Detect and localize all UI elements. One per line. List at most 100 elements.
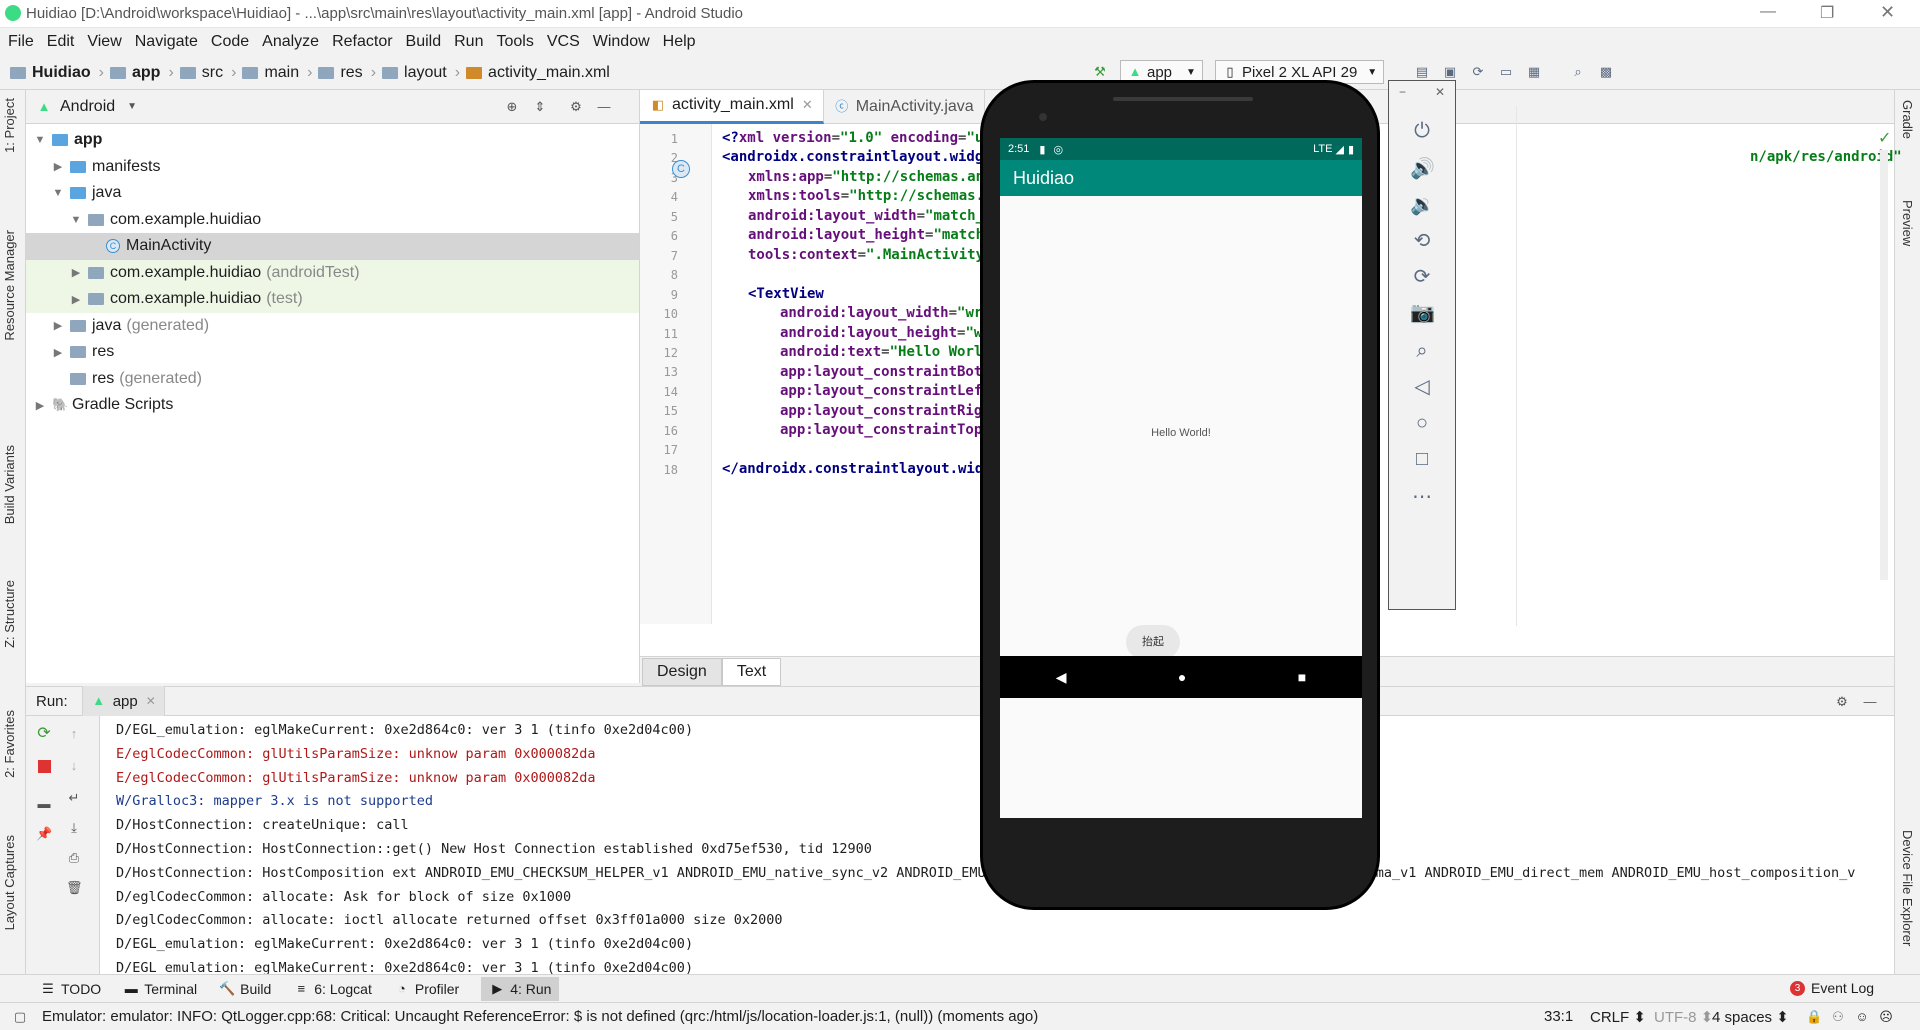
menu-code[interactable]: Code	[211, 33, 249, 51]
down-arrow-icon[interactable]: ↓	[66, 758, 82, 774]
back-icon[interactable]: ◀	[1056, 669, 1067, 686]
hide-icon[interactable]: —	[596, 99, 612, 115]
menu-window[interactable]: Window	[593, 33, 650, 51]
tab-main-activity[interactable]: ⓒ MainActivity.java	[824, 89, 985, 124]
sync-icon[interactable]: ⟳	[1470, 64, 1486, 80]
soft-wrap-icon[interactable]: ↵	[66, 790, 82, 806]
gear-icon[interactable]: ⚙	[568, 99, 584, 115]
recents-icon[interactable]: ■	[1298, 669, 1306, 685]
menu-analyze[interactable]: Analyze	[262, 33, 319, 51]
file-encoding[interactable]: UTF-8 ⬍	[1654, 1008, 1713, 1026]
tab-activity-main[interactable]: ◧ activity_main.xml ✕	[640, 89, 824, 124]
rotate-left-icon[interactable]: ⟲	[1410, 229, 1434, 253]
more-icon[interactable]: ⋯	[1410, 485, 1434, 509]
menu-tools[interactable]: Tools	[496, 33, 533, 51]
menu-edit[interactable]: Edit	[47, 33, 75, 51]
breadcrumb-item[interactable]: › src	[168, 64, 223, 82]
volume-up-icon[interactable]: 🔊	[1410, 157, 1435, 181]
chevron-right-icon[interactable]: ▶	[50, 319, 66, 332]
breadcrumb-item[interactable]: › main	[231, 64, 299, 82]
rerun-icon[interactable]: ⟳	[36, 726, 52, 742]
tree-item[interactable]: ▼ java	[26, 180, 639, 207]
cursor-position[interactable]: 33:1	[1544, 1008, 1573, 1025]
breadcrumb-item[interactable]: › activity_main.xml	[455, 64, 610, 82]
tab-resource-manager[interactable]: Resource Manager	[2, 230, 17, 341]
line-separator[interactable]: CRLF ⬍	[1590, 1008, 1646, 1026]
tree-item[interactable]: ▼ app	[26, 127, 639, 154]
breadcrumb-item[interactable]: › res	[307, 64, 363, 82]
chevron-right-icon[interactable]: ▶	[68, 293, 84, 306]
emulator-screen[interactable]: 2:51 ▮ ◎ LTE ◢ ▮ Huidiao Hello World! 抬起…	[1000, 138, 1362, 818]
tab-device-file-explorer[interactable]: Device File Explorer	[1900, 830, 1915, 946]
back-icon[interactable]: ◁	[1410, 375, 1434, 399]
up-arrow-icon[interactable]: ↑	[66, 726, 82, 742]
gear-icon[interactable]: ⚙	[1834, 694, 1850, 710]
hide-icon[interactable]: —	[1862, 694, 1878, 710]
chevron-down-icon[interactable]: ▼	[50, 187, 66, 199]
menu-file[interactable]: File	[8, 33, 34, 51]
collapse-icon[interactable]: ⇕	[532, 99, 548, 115]
layout-icon[interactable]: ▤	[1414, 64, 1430, 80]
tree-item[interactable]: res (generated)	[26, 366, 639, 393]
lock-icon[interactable]: 🔒	[1806, 1009, 1822, 1025]
minimize-icon[interactable]: −	[1399, 85, 1406, 99]
home-icon[interactable]: ●	[1178, 669, 1186, 685]
rotate-right-icon[interactable]: ⟳	[1410, 265, 1434, 289]
hammer-icon[interactable]: ⚒	[1092, 64, 1108, 80]
chevron-down-icon[interactable]: ▼	[68, 214, 84, 226]
bottom-tab[interactable]: ≡ 6: Logcat	[293, 981, 371, 997]
editor-scrollbar[interactable]	[1880, 150, 1888, 580]
scroll-end-icon[interactable]: ⤓	[66, 820, 82, 836]
tab-project[interactable]: 1: Project	[2, 98, 17, 153]
bottom-tab[interactable]: ☰ TODO	[40, 981, 101, 997]
zoom-icon[interactable]: ⌕	[1410, 339, 1434, 363]
sad-face-icon[interactable]: ☹	[1878, 1009, 1894, 1025]
pin-icon[interactable]: 📌	[36, 826, 52, 842]
camera-icon[interactable]: 📷	[1410, 301, 1435, 325]
happy-face-icon[interactable]: ☺	[1854, 1009, 1870, 1025]
close-icon[interactable]: ✕	[1880, 2, 1895, 23]
status-message[interactable]: Emulator: emulator: INFO: QtLogger.cpp:6…	[42, 1008, 1038, 1025]
menu-view[interactable]: View	[87, 33, 121, 51]
tab-design[interactable]: Design	[642, 657, 722, 686]
bottom-tab[interactable]: ▬ Terminal	[123, 981, 197, 997]
close-icon[interactable]: ✕	[1435, 85, 1445, 99]
tab-gradle[interactable]: Gradle	[1900, 100, 1915, 139]
run-tab-app[interactable]: ▲ app ✕	[81, 686, 165, 716]
locate-icon[interactable]: ⊕	[504, 99, 520, 115]
breadcrumb-item[interactable]: › layout	[371, 64, 447, 82]
bottom-tab[interactable]: 🔨 Build	[219, 981, 271, 997]
minimize-icon[interactable]: —	[1760, 3, 1776, 21]
tree-item[interactable]: ▶ res	[26, 339, 639, 366]
package-icon[interactable]: ▦	[1526, 64, 1542, 80]
event-log[interactable]: 3 Event Log	[1790, 980, 1874, 996]
search-icon[interactable]: ⌕	[1570, 64, 1586, 80]
tab-text[interactable]: Text	[721, 657, 782, 686]
chevron-down-icon[interactable]: ▼	[127, 101, 137, 112]
stop-icon[interactable]	[38, 760, 51, 773]
tree-item[interactable]: ▶ manifests	[26, 154, 639, 181]
close-tab-icon[interactable]: ✕	[146, 694, 156, 708]
restore-icon[interactable]: ❐	[1820, 3, 1834, 23]
breadcrumb-item[interactable]: › app	[99, 64, 161, 82]
tab-build-variants[interactable]: Build Variants	[2, 445, 17, 524]
chevron-right-icon[interactable]: ▶	[32, 399, 48, 412]
tab-layout-captures[interactable]: Layout Captures	[2, 835, 17, 930]
volume-down-icon[interactable]: 🔉	[1410, 193, 1435, 217]
bottom-tab[interactable]: ▶ 4: Run	[481, 976, 560, 1001]
structure-icon[interactable]: ▩	[1598, 64, 1614, 80]
tree-item[interactable]: ▶ 🐘 Gradle Scripts	[26, 392, 639, 419]
menu-help[interactable]: Help	[663, 33, 696, 51]
project-view-select[interactable]: Android	[60, 98, 115, 116]
chevron-right-icon[interactable]: ▶	[68, 266, 84, 279]
chevron-down-icon[interactable]: ▼	[32, 134, 48, 146]
chevron-right-icon[interactable]: ▶	[50, 160, 66, 173]
menu-navigate[interactable]: Navigate	[135, 33, 198, 51]
trash-icon[interactable]: 🗑	[66, 880, 83, 896]
sdk-icon[interactable]: ▣	[1442, 64, 1458, 80]
chevron-right-icon[interactable]: ▶	[50, 346, 66, 359]
menu-refactor[interactable]: Refactor	[332, 33, 392, 51]
lift-button[interactable]: 抬起	[1126, 625, 1180, 659]
power-icon[interactable]: ⏻	[1410, 119, 1434, 143]
print-icon[interactable]: ⎙	[66, 850, 82, 866]
